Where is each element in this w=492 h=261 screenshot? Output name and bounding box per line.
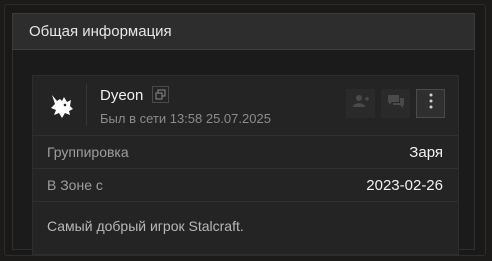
more-options-button[interactable] <box>416 89 445 118</box>
profile-row: Dyeon Был в сети 13:58 25.07.2025 <box>33 76 458 135</box>
faction-label: Группировка <box>47 144 129 160</box>
panel-header: Общая информация <box>12 13 475 50</box>
message-button[interactable] <box>381 89 410 118</box>
panel-title: Общая информация <box>29 23 172 40</box>
add-friend-button[interactable] <box>346 89 375 118</box>
status-text: Самый добрый игрок Stalcraft. <box>47 218 244 234</box>
zone-since-row: В Зоне с 2023-02-26 <box>33 168 458 201</box>
divider <box>86 84 87 126</box>
more-vertical-icon <box>429 93 433 114</box>
profile-status: Самый добрый игрок Stalcraft. <box>33 201 458 261</box>
zone-since-value: 2023-02-26 <box>366 176 443 194</box>
last-seen-status: Был в сети 13:58 25.07.2025 <box>100 111 271 126</box>
faction-value: Заря <box>409 143 443 161</box>
faction-row: Группировка Заря <box>33 135 458 168</box>
wolf-head-icon <box>45 89 79 123</box>
message-icon <box>387 94 405 114</box>
username: Dyeon <box>100 87 144 104</box>
profile-card: Dyeon Был в сети 13:58 25.07.2025 Группи… <box>32 75 459 255</box>
add-friend-icon <box>352 94 370 113</box>
zone-since-label: В Зоне с <box>47 177 103 193</box>
copy-icon[interactable] <box>152 86 169 103</box>
